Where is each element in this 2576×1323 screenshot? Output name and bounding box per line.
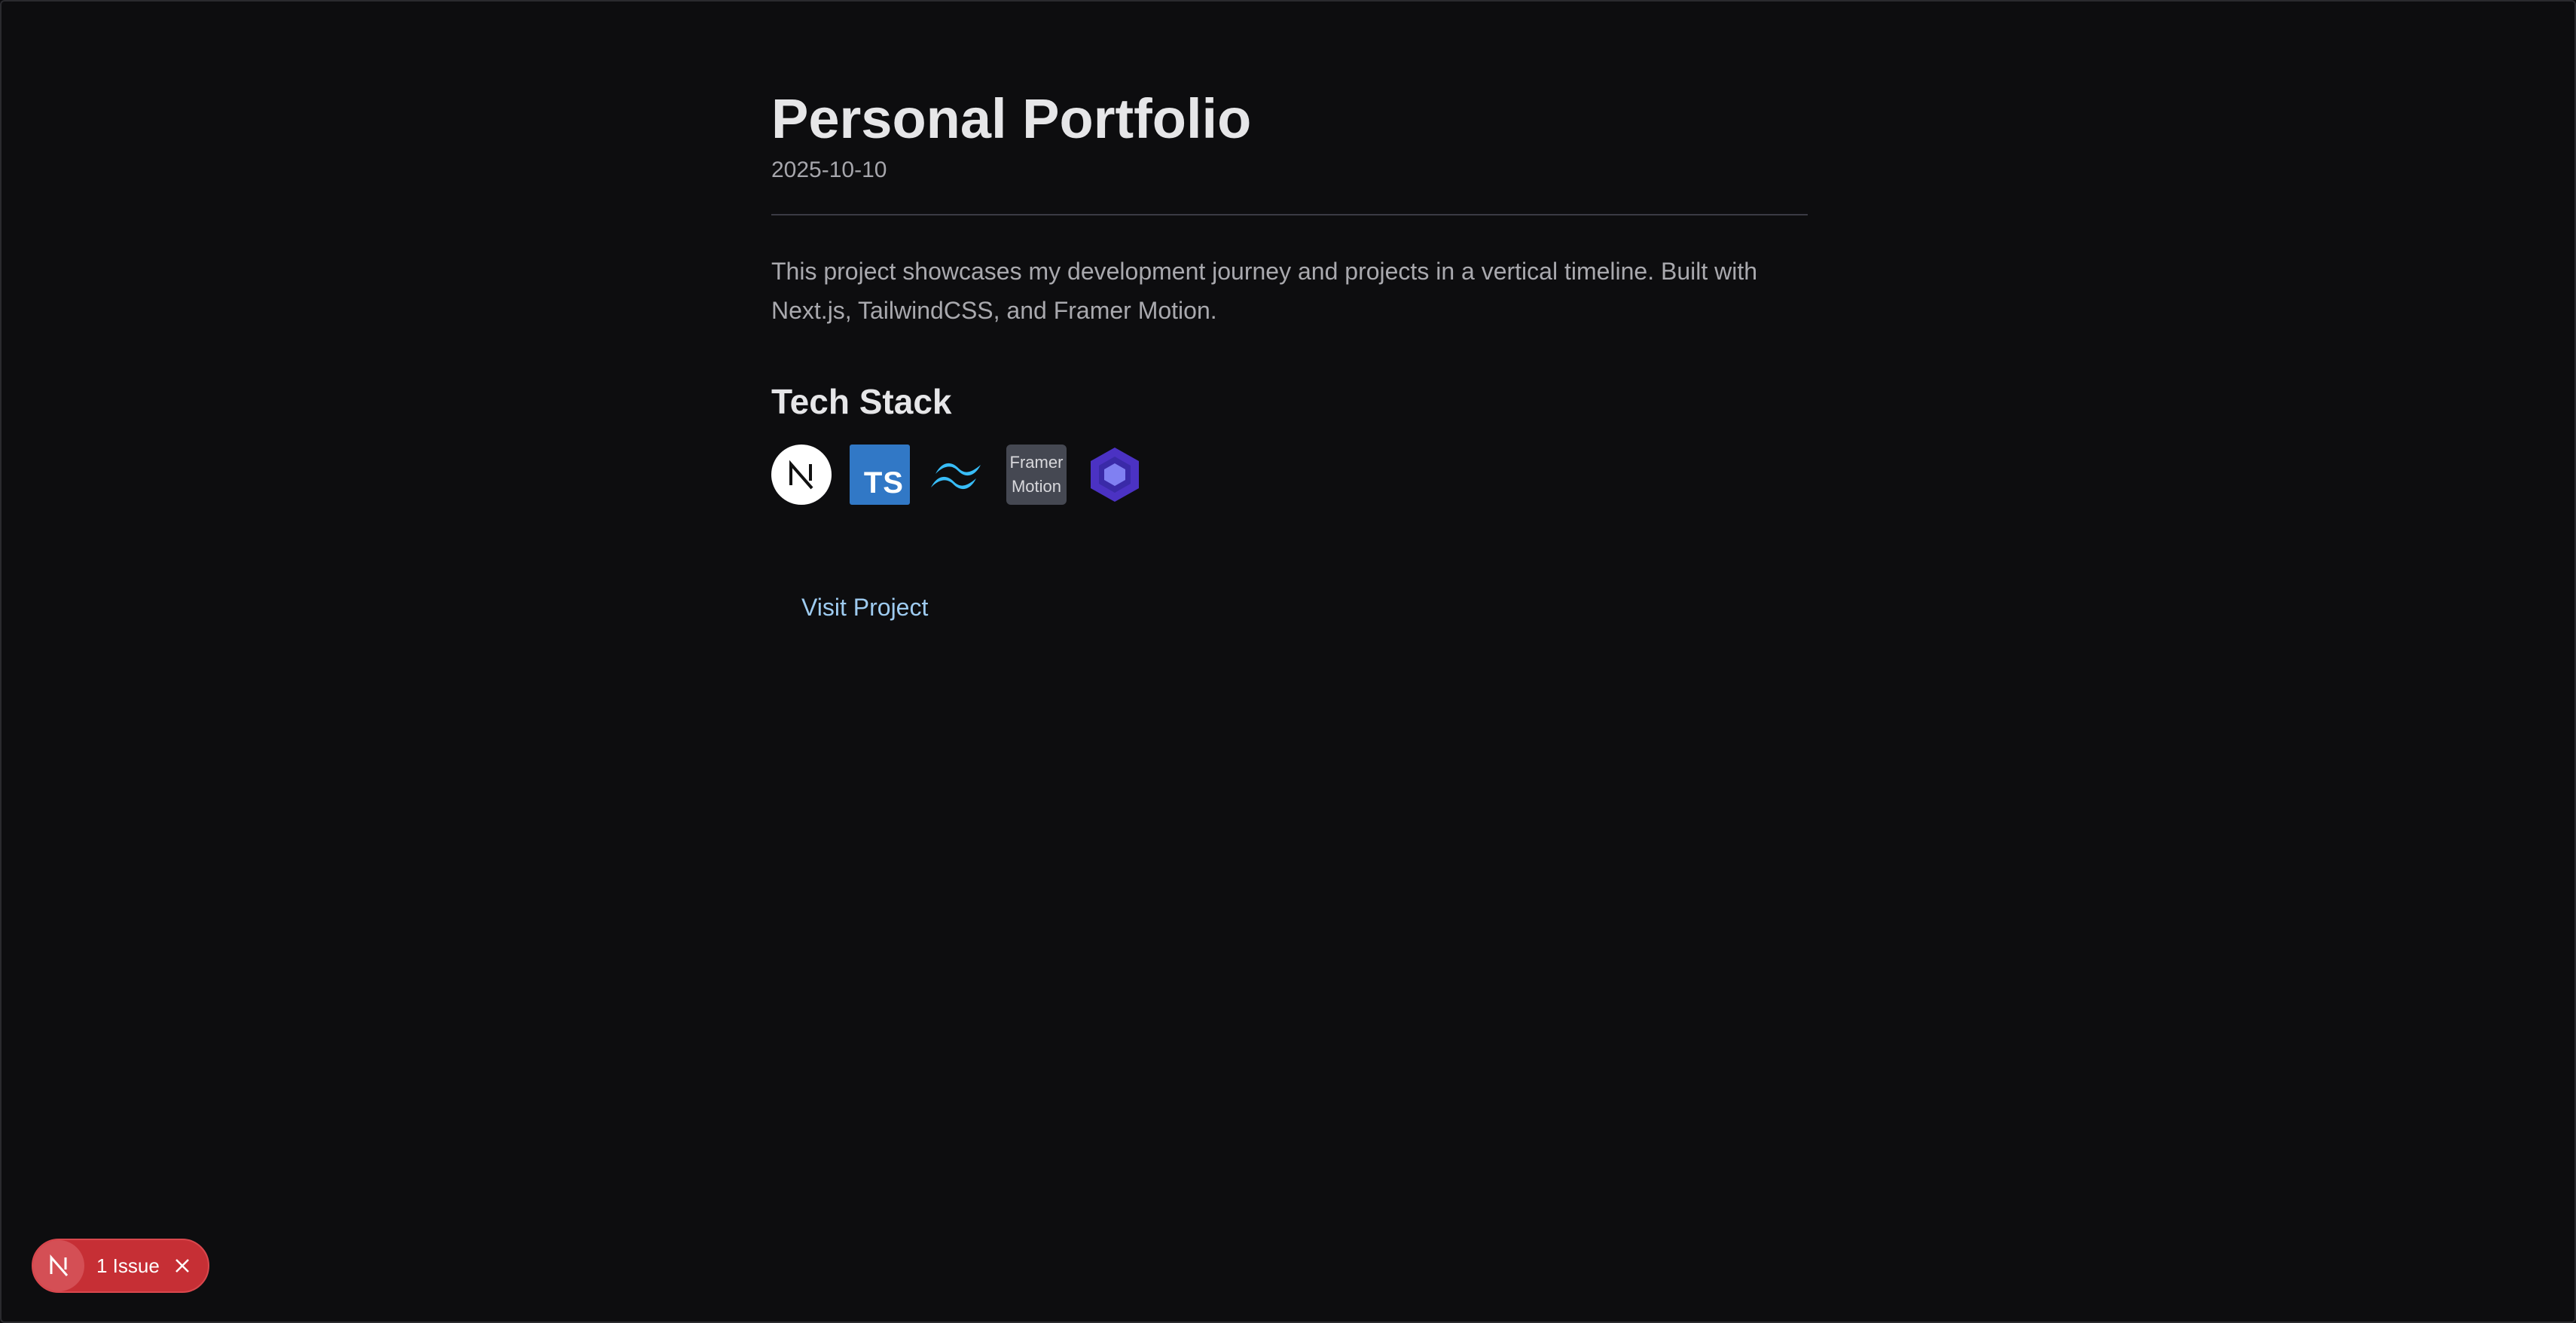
nextjs-icon bbox=[771, 445, 832, 505]
project-date: 2025-10-10 bbox=[771, 157, 887, 182]
divider bbox=[771, 214, 1808, 215]
tech-stack-heading: Tech Stack bbox=[771, 382, 952, 421]
issue-count-label: 1 Issue bbox=[96, 1254, 160, 1277]
project-title: Personal Portfolio bbox=[771, 87, 1252, 150]
eslint-icon bbox=[1085, 445, 1145, 505]
close-icon[interactable] bbox=[173, 1257, 191, 1275]
tech-stack-list: TS Framer Motion bbox=[771, 445, 1808, 505]
nextjs-logo-icon bbox=[33, 1240, 84, 1291]
issues-badge[interactable]: 1 Issue bbox=[32, 1239, 209, 1293]
visit-project-link[interactable]: Visit Project bbox=[801, 592, 928, 622]
framer-motion-icon: Framer Motion bbox=[1006, 445, 1067, 505]
typescript-icon: TS bbox=[850, 445, 910, 505]
app-window: Personal Portfolio 2025-10-10 This proje… bbox=[0, 0, 2576, 1323]
project-detail: Personal Portfolio 2025-10-10 This proje… bbox=[771, 84, 1808, 622]
project-description: This project showcases my development jo… bbox=[771, 258, 1758, 324]
tailwindcss-icon bbox=[928, 445, 988, 505]
